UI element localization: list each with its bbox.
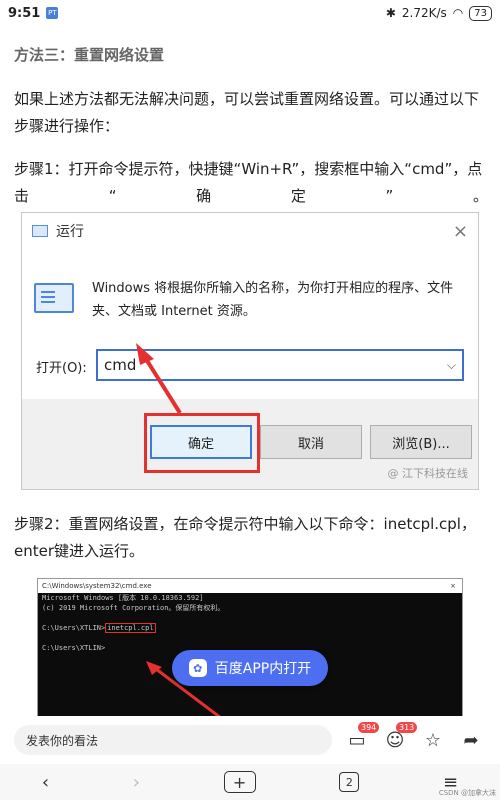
section-title: 方法三：重置网络设置 — [14, 46, 165, 64]
step1-word: 。 — [472, 187, 488, 205]
battery-indicator: 73 — [469, 5, 492, 21]
image-watermark: @ 江下科技在线 — [387, 467, 469, 480]
step1-word: 击 — [14, 187, 30, 205]
favorite-button[interactable]: ☆ — [414, 730, 452, 751]
red-arrow-icon — [146, 661, 221, 716]
forward-icon[interactable]: › — [133, 772, 140, 793]
comment-icon: ▭ — [348, 729, 366, 751]
tabs-button[interactable]: 2 — [339, 772, 360, 792]
run-dialog-screenshot: 运行 × Windows 将根据你所输入的名称，为你打开相应的程序、文件夹、文档… — [21, 212, 479, 490]
open-in-app-button[interactable]: ✿ 百度APP内打开 — [172, 650, 328, 686]
step1-line1: 步骤1：打开命令提示符，快捷键“Win+R”，搜索框中输入“cmd”，点 — [14, 160, 483, 178]
step1-word: ” — [385, 187, 394, 205]
like-button[interactable]: ☺ 313 — [376, 721, 418, 751]
comment-input[interactable]: 发表你的看法 — [14, 725, 332, 755]
red-arrow-icon — [136, 343, 182, 415]
step1-word: “ — [108, 187, 117, 205]
share-icon: ➦ — [463, 729, 479, 751]
step1-paragraph: 步骤1：打开命令提示符，快捷键“Win+R”，搜索框中输入“cmd”，点 击 “… — [14, 156, 488, 210]
footer-watermark: CSDN @加拿大沫 — [438, 789, 496, 797]
network-speed: 2.72K/s — [401, 6, 447, 20]
share-button[interactable]: ➦ — [452, 730, 490, 751]
back-icon[interactable]: ‹ — [42, 772, 49, 793]
browser-nav-bar: ‹ › + 2 ≡ — [0, 764, 500, 800]
step1-line2: 击 “ 确 定 ” 。 — [14, 183, 488, 210]
intro-paragraph: 如果上述方法都无法解决问题，可以尝试重置网络设置。可以通过以下步骤进行操作： — [14, 90, 480, 135]
step1-word: 确 — [196, 187, 212, 205]
step1-word: 定 — [290, 187, 306, 205]
comment-button[interactable]: ▭ 394 — [338, 721, 380, 751]
open-in-app-label: 百度APP内打开 — [214, 661, 312, 677]
article-content[interactable]: 方法三：重置网络设置 如果上述方法都无法解决问题，可以尝试重置网络设置。可以通过… — [0, 26, 500, 716]
comment-bar: 发表你的看法 ▭ 394 ☺ 313 ☆ ➦ — [0, 716, 500, 764]
status-bar: 9:51 PT ✱ 2.72K/s ◠ 73 — [0, 0, 500, 26]
app-badge-icon: PT — [46, 7, 59, 19]
paw-icon: ✿ — [188, 659, 207, 677]
status-right: ✱ 2.72K/s ◠ 73 — [385, 5, 492, 21]
cmd-window-screenshot: C:\Windows\system32\cmd.exe × Microsoft … — [37, 578, 463, 716]
bluetooth-icon: ✱ — [385, 6, 396, 20]
wifi-icon: ◠ — [452, 6, 464, 20]
like-icon: ☺ — [385, 729, 405, 751]
status-time: 9:51 — [8, 5, 41, 21]
new-tab-icon[interactable]: + — [223, 771, 256, 793]
step2-paragraph: 步骤2：重置网络设置，在命令提示符中输入以下命令：inetcpl.cpl，ent… — [14, 515, 476, 560]
star-icon: ☆ — [424, 729, 442, 751]
